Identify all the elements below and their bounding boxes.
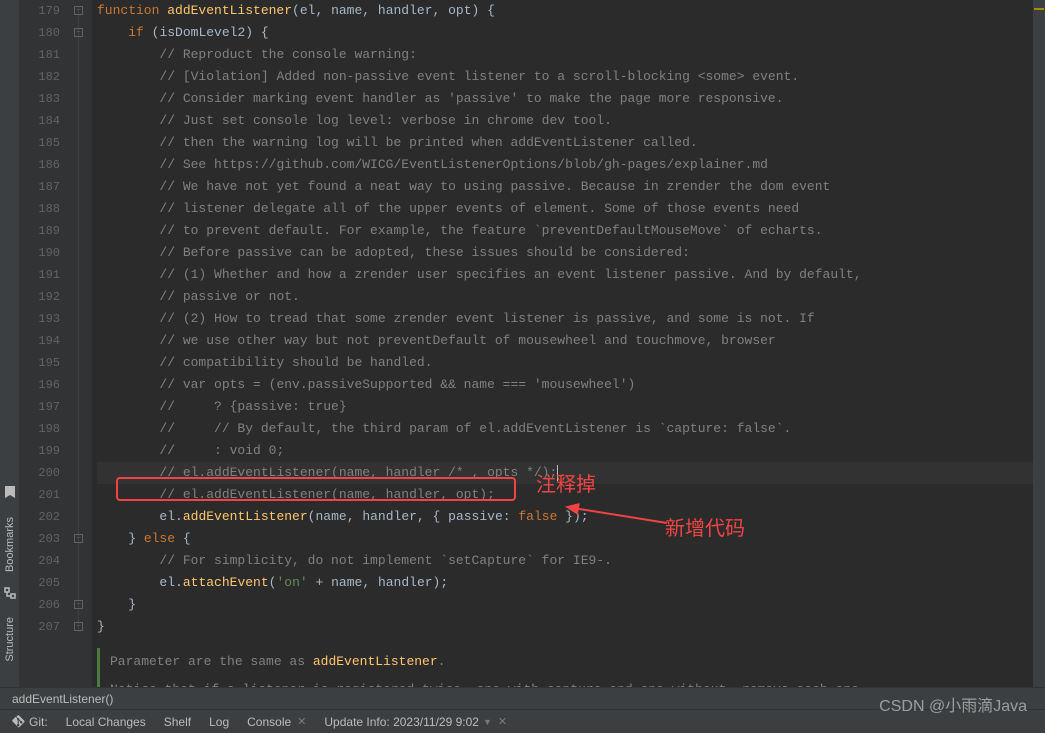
- update-info[interactable]: Update Info: 2023/11/29 9:02 ▼ ✕: [324, 715, 507, 729]
- code-line[interactable]: } else {: [97, 528, 1045, 550]
- code-line[interactable]: // listener delegate all of the upper ev…: [97, 198, 1045, 220]
- code-line[interactable]: // We have not yet found a neat way to u…: [97, 176, 1045, 198]
- close-icon[interactable]: ✕: [297, 715, 306, 728]
- close-icon[interactable]: ✕: [498, 715, 507, 728]
- fold-toggle[interactable]: −: [74, 6, 83, 15]
- code-line[interactable]: // then the warning log will be printed …: [97, 132, 1045, 154]
- code-line[interactable]: // var opts = (env.passiveSupported && n…: [97, 374, 1045, 396]
- code-line[interactable]: // // By default, the third param of el.…: [97, 418, 1045, 440]
- scrollbar[interactable]: [1033, 0, 1045, 687]
- log-tab[interactable]: Log: [209, 715, 229, 729]
- local-changes-tab[interactable]: Local Changes: [66, 715, 146, 729]
- doc-hint: Parameter are the same as addEventListen…: [97, 648, 1045, 676]
- structure-tab[interactable]: Structure: [4, 617, 16, 662]
- fold-toggle[interactable]: −: [74, 534, 83, 543]
- code-line[interactable]: if (isDomLevel2) {: [97, 22, 1045, 44]
- code-line[interactable]: // ? {passive: true}: [97, 396, 1045, 418]
- side-panel: Bookmarks Structure: [0, 0, 20, 687]
- code-line[interactable]: function addEventListener(el, name, hand…: [97, 0, 1045, 22]
- code-line[interactable]: }: [97, 594, 1045, 616]
- code-line[interactable]: // See https://github.com/WICG/EventList…: [97, 154, 1045, 176]
- git-tool[interactable]: Git:: [12, 715, 48, 729]
- bookmark-icon: [4, 485, 16, 499]
- code-line[interactable]: // we use other way but not preventDefau…: [97, 330, 1045, 352]
- bookmarks-tab[interactable]: Bookmarks: [4, 517, 16, 572]
- fold-toggle[interactable]: −: [74, 28, 83, 37]
- doc-hint: Notice that if a listener is registered …: [97, 676, 1045, 687]
- code-line[interactable]: // (1) Whether and how a zrender user sp…: [97, 264, 1045, 286]
- editor-container: Bookmarks Structure 17918018118218318418…: [0, 0, 1045, 687]
- doc-link[interactable]: addEventListener: [313, 654, 438, 669]
- annotation-text-newcode: 新增代码: [665, 518, 745, 540]
- shelf-tab[interactable]: Shelf: [164, 715, 191, 729]
- fold-gutter[interactable]: − − − − −: [70, 0, 92, 687]
- code-editor[interactable]: function addEventListener(el, name, hand…: [92, 0, 1045, 687]
- fold-toggle[interactable]: −: [74, 600, 83, 609]
- code-line[interactable]: // [Violation] Added non-passive event l…: [97, 66, 1045, 88]
- code-line[interactable]: // Before passive can be adopted, these …: [97, 242, 1045, 264]
- code-line[interactable]: // Just set console log level: verbose i…: [97, 110, 1045, 132]
- annotation-box-comment: [116, 477, 516, 501]
- code-line[interactable]: // (2) How to tread that some zrender ev…: [97, 308, 1045, 330]
- code-line[interactable]: // compatibility should be handled.: [97, 352, 1045, 374]
- line-gutter[interactable]: 1791801811821831841851861871881891901911…: [20, 0, 70, 687]
- watermark: CSDN @小雨滴Java: [879, 692, 1027, 716]
- annotation-text-comment: 注释掉: [536, 474, 596, 496]
- breadcrumb-item[interactable]: addEventListener(): [12, 692, 113, 706]
- code-line[interactable]: // : void 0;: [97, 440, 1045, 462]
- console-tab[interactable]: Console✕: [247, 715, 306, 729]
- scroll-marker: [1034, 8, 1044, 10]
- structure-icon: [4, 587, 16, 599]
- git-icon: [12, 715, 25, 728]
- code-line[interactable]: // Consider marking event handler as 'pa…: [97, 88, 1045, 110]
- code-line[interactable]: // Reproduct the console warning:: [97, 44, 1045, 66]
- code-line[interactable]: // passive or not.: [97, 286, 1045, 308]
- code-line[interactable]: el.attachEvent('on' + name, handler);: [97, 572, 1045, 594]
- fold-toggle[interactable]: −: [74, 622, 83, 631]
- chevron-down-icon: ▼: [483, 717, 492, 727]
- code-line[interactable]: // to prevent default. For example, the …: [97, 220, 1045, 242]
- code-line[interactable]: }: [97, 616, 1045, 638]
- code-line[interactable]: // For simplicity, do not implement `set…: [97, 550, 1045, 572]
- annotation-arrow: [562, 501, 672, 529]
